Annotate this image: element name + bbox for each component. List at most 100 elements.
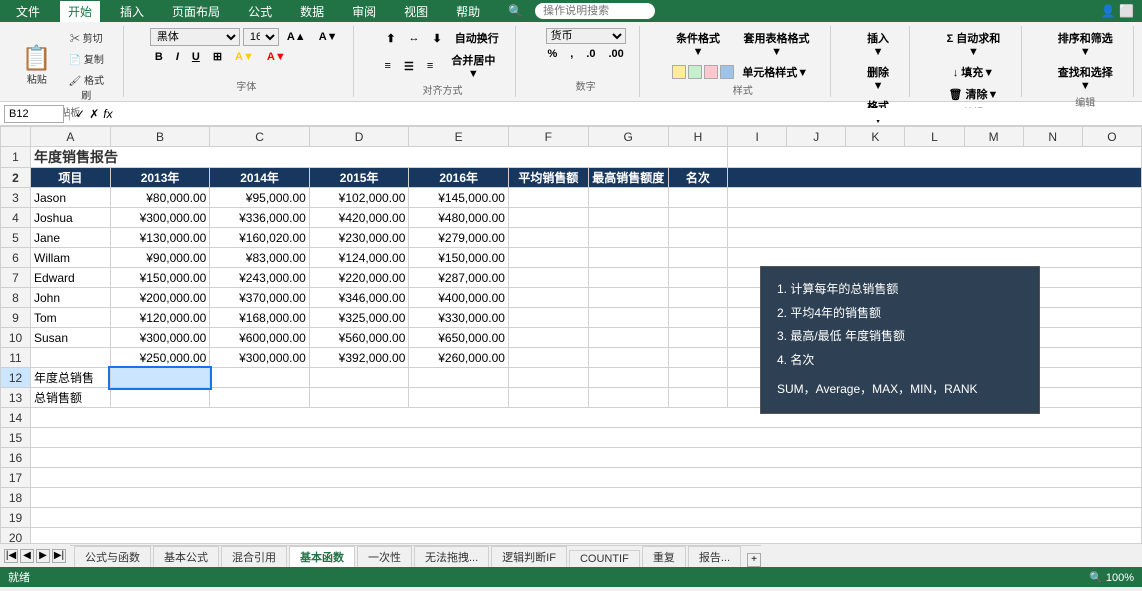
review-tab[interactable]: 审阅 bbox=[344, 1, 384, 22]
cell-d11[interactable]: ¥392,000.00 bbox=[309, 348, 409, 368]
col-header-c[interactable]: C bbox=[210, 127, 310, 147]
file-tab[interactable]: 文件 bbox=[8, 1, 48, 22]
cell-g12[interactable] bbox=[588, 368, 668, 388]
tab-mixed-ref[interactable]: 混合引用 bbox=[221, 546, 287, 567]
tab-once[interactable]: 一次性 bbox=[357, 546, 412, 567]
cell-styles-button[interactable]: 单元格样式▼ bbox=[737, 62, 813, 82]
row-header-2[interactable]: 2 bbox=[1, 168, 31, 188]
cell-h6[interactable] bbox=[668, 248, 728, 268]
cell-a4[interactable]: Joshua bbox=[31, 208, 111, 228]
cell-d8[interactable]: ¥346,000.00 bbox=[309, 288, 409, 308]
underline-button[interactable]: U bbox=[187, 49, 205, 65]
cell-a6[interactable]: Willam bbox=[31, 248, 111, 268]
tab-basic-function[interactable]: 基本函数 bbox=[289, 546, 355, 567]
align-left-button[interactable]: ≡ bbox=[380, 58, 396, 74]
cell-c3[interactable]: ¥95,000.00 bbox=[210, 188, 310, 208]
tab-report[interactable]: 报告... bbox=[688, 546, 741, 567]
row-header-10[interactable]: 10 bbox=[1, 328, 31, 348]
cell-e11[interactable]: ¥260,000.00 bbox=[409, 348, 509, 368]
row-header-19[interactable]: 19 bbox=[1, 508, 31, 528]
view-tab[interactable]: 视图 bbox=[396, 1, 436, 22]
row-header-16[interactable]: 16 bbox=[1, 448, 31, 468]
tab-logic-if[interactable]: 逻辑判断IF bbox=[491, 546, 567, 567]
row-header-12[interactable]: 12 bbox=[1, 368, 31, 388]
cell-c13[interactable] bbox=[210, 388, 310, 408]
fill-button[interactable]: ↓ 填充▼ bbox=[948, 62, 999, 82]
tab-repeat[interactable]: 重复 bbox=[642, 546, 686, 567]
cell-b3[interactable]: ¥80,000.00 bbox=[110, 188, 210, 208]
cell-b10[interactable]: ¥300,000.00 bbox=[110, 328, 210, 348]
clear-button[interactable]: 🗑 清除▼ bbox=[944, 84, 1004, 104]
cell-h11[interactable] bbox=[668, 348, 728, 368]
cell-a11[interactable] bbox=[31, 348, 111, 368]
cell-d6[interactable]: ¥124,000.00 bbox=[309, 248, 409, 268]
col-header-j[interactable]: J bbox=[787, 127, 846, 147]
row-header-14[interactable]: 14 bbox=[1, 408, 31, 428]
row-header-4[interactable]: 4 bbox=[1, 208, 31, 228]
cell-d10[interactable]: ¥560,000.00 bbox=[309, 328, 409, 348]
insert-button[interactable]: 插入▼ bbox=[857, 28, 900, 60]
cell-g4[interactable] bbox=[588, 208, 668, 228]
delete-button[interactable]: 删除▼ bbox=[857, 62, 900, 94]
number-format-select[interactable]: 货币 bbox=[546, 28, 626, 44]
cell-d5[interactable]: ¥230,000.00 bbox=[309, 228, 409, 248]
help-tab[interactable]: 帮助 bbox=[448, 1, 488, 22]
col-header-d[interactable]: D bbox=[309, 127, 409, 147]
cell-f12[interactable] bbox=[508, 368, 588, 388]
font-family-select[interactable]: 黑体 bbox=[150, 28, 240, 46]
cell-f9[interactable] bbox=[508, 308, 588, 328]
font-size-select[interactable]: 16 bbox=[243, 28, 279, 46]
cell-f5[interactable] bbox=[508, 228, 588, 248]
row-header-13[interactable]: 13 bbox=[1, 388, 31, 408]
increase-decimal-button[interactable]: .0 bbox=[581, 46, 600, 62]
col-header-h[interactable]: H bbox=[668, 127, 728, 147]
border-button[interactable]: ⊞ bbox=[208, 48, 227, 65]
tab-first-button[interactable]: |◀ bbox=[4, 549, 18, 563]
tab-last-button[interactable]: ▶| bbox=[52, 549, 66, 563]
align-right-button[interactable]: ≡ bbox=[422, 58, 438, 74]
col-label-2016[interactable]: 2016年 bbox=[409, 168, 509, 188]
row-header-8[interactable]: 8 bbox=[1, 288, 31, 308]
col-label-2013[interactable]: 2013年 bbox=[110, 168, 210, 188]
cell-e4[interactable]: ¥480,000.00 bbox=[409, 208, 509, 228]
col-header-k[interactable]: K bbox=[846, 127, 905, 147]
page-layout-tab[interactable]: 页面布局 bbox=[164, 1, 228, 22]
col-header-f[interactable]: F bbox=[508, 127, 588, 147]
col-header-n[interactable]: N bbox=[1023, 127, 1082, 147]
cell-d7[interactable]: ¥220,000.00 bbox=[309, 268, 409, 288]
row16-cells[interactable] bbox=[31, 448, 1142, 468]
cell-a8[interactable]: John bbox=[31, 288, 111, 308]
italic-button[interactable]: I bbox=[171, 49, 184, 65]
cell-b4[interactable]: ¥300,000.00 bbox=[110, 208, 210, 228]
zoom-icon[interactable]: 🔍 bbox=[1089, 572, 1103, 584]
cell-c7[interactable]: ¥243,000.00 bbox=[210, 268, 310, 288]
tab-countif[interactable]: COUNTIF bbox=[569, 550, 640, 567]
align-bottom-button[interactable]: ⬇ bbox=[428, 30, 447, 47]
col-label-max[interactable]: 最高销售额度 bbox=[588, 168, 668, 188]
merge-center-button[interactable]: 合并居中▼ bbox=[441, 50, 505, 82]
cell-e13[interactable] bbox=[409, 388, 509, 408]
row-header-18[interactable]: 18 bbox=[1, 488, 31, 508]
cell-c5[interactable]: ¥160,020.00 bbox=[210, 228, 310, 248]
row18-cells[interactable] bbox=[31, 488, 1142, 508]
cell-a3[interactable]: Jason bbox=[31, 188, 111, 208]
align-top-button[interactable]: ⬆ bbox=[381, 30, 400, 47]
col-label-2015[interactable]: 2015年 bbox=[309, 168, 409, 188]
cell-a13[interactable]: 总销售额 bbox=[31, 388, 111, 408]
add-sheet-button[interactable]: + bbox=[747, 553, 761, 567]
cell-b12[interactable] bbox=[110, 368, 210, 388]
cell-b11[interactable]: ¥250,000.00 bbox=[110, 348, 210, 368]
tab-next-button[interactable]: ▶ bbox=[36, 549, 50, 563]
bold-button[interactable]: B bbox=[150, 49, 168, 65]
cell-f7[interactable] bbox=[508, 268, 588, 288]
insert-tab[interactable]: 插入 bbox=[112, 1, 152, 22]
cell-a7[interactable]: Edward bbox=[31, 268, 111, 288]
cell-reference-input[interactable] bbox=[4, 105, 64, 123]
cell-f13[interactable] bbox=[508, 388, 588, 408]
search-input[interactable] bbox=[535, 3, 655, 19]
cell-d3[interactable]: ¥102,000.00 bbox=[309, 188, 409, 208]
cell-c12[interactable] bbox=[210, 368, 310, 388]
col-header-g[interactable]: G bbox=[588, 127, 668, 147]
cut-button[interactable]: ✂ 剪切 bbox=[60, 28, 113, 47]
cell-c6[interactable]: ¥83,000.00 bbox=[210, 248, 310, 268]
